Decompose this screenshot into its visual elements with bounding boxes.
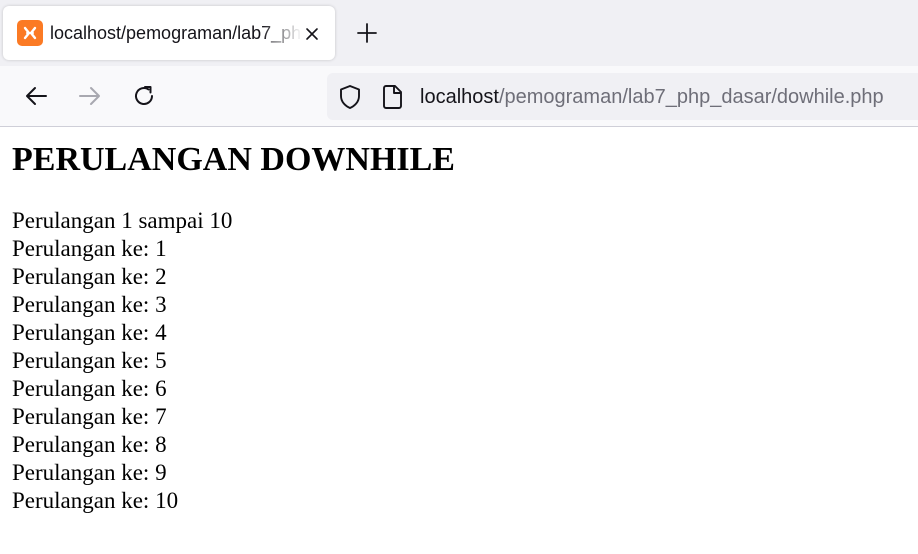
- loop-line: Perulangan ke: 3: [12, 292, 167, 317]
- close-icon[interactable]: [301, 23, 323, 45]
- url-host: localhost: [420, 86, 499, 108]
- page-content: PERULANGAN DOWNHILE Perulangan 1 sampai …: [12, 127, 912, 515]
- loop-line: Perulangan ke: 7: [12, 404, 167, 429]
- plus-icon[interactable]: [352, 18, 382, 48]
- loop-line: Perulangan ke: 1: [12, 236, 167, 261]
- loop-line: Perulangan ke: 5: [12, 348, 167, 373]
- intro-text: Perulangan 1 sampai 10: [12, 208, 233, 233]
- shield-icon[interactable]: [337, 84, 363, 110]
- loop-line: Perulangan ke: 2: [12, 264, 167, 289]
- tab-title: localhost/pemograman/lab7_php_dasar/dowh…: [50, 23, 302, 43]
- arrow-left-icon[interactable]: [19, 79, 53, 113]
- page-icon[interactable]: [381, 84, 405, 110]
- xampp-icon: [17, 20, 43, 46]
- loop-line: Perulangan ke: 6: [12, 376, 167, 401]
- tab-active[interactable]: localhost/pemograman/lab7_php_dasar/dowh…: [3, 6, 335, 60]
- reload-icon[interactable]: [127, 79, 161, 113]
- loop-line: Perulangan ke: 9: [12, 460, 167, 485]
- tab-strip: localhost/pemograman/lab7_php_dasar/dowh…: [0, 0, 918, 66]
- arrow-right-icon[interactable]: [73, 79, 107, 113]
- loop-line: Perulangan ke: 10: [12, 488, 179, 513]
- page-title: PERULANGAN DOWNHILE: [12, 141, 455, 178]
- url-text[interactable]: localhost/pemograman/lab7_php_dasar/dowh…: [420, 83, 884, 111]
- navigation-toolbar: localhost/pemograman/lab7_php_dasar/dowh…: [0, 66, 918, 127]
- url-path: /pemograman/lab7_php_dasar/dowhile.php: [498, 86, 884, 108]
- loop-line: Perulangan ke: 4: [12, 320, 167, 345]
- address-bar[interactable]: localhost/pemograman/lab7_php_dasar/dowh…: [327, 73, 918, 120]
- loop-line: Perulangan ke: 8: [12, 432, 167, 457]
